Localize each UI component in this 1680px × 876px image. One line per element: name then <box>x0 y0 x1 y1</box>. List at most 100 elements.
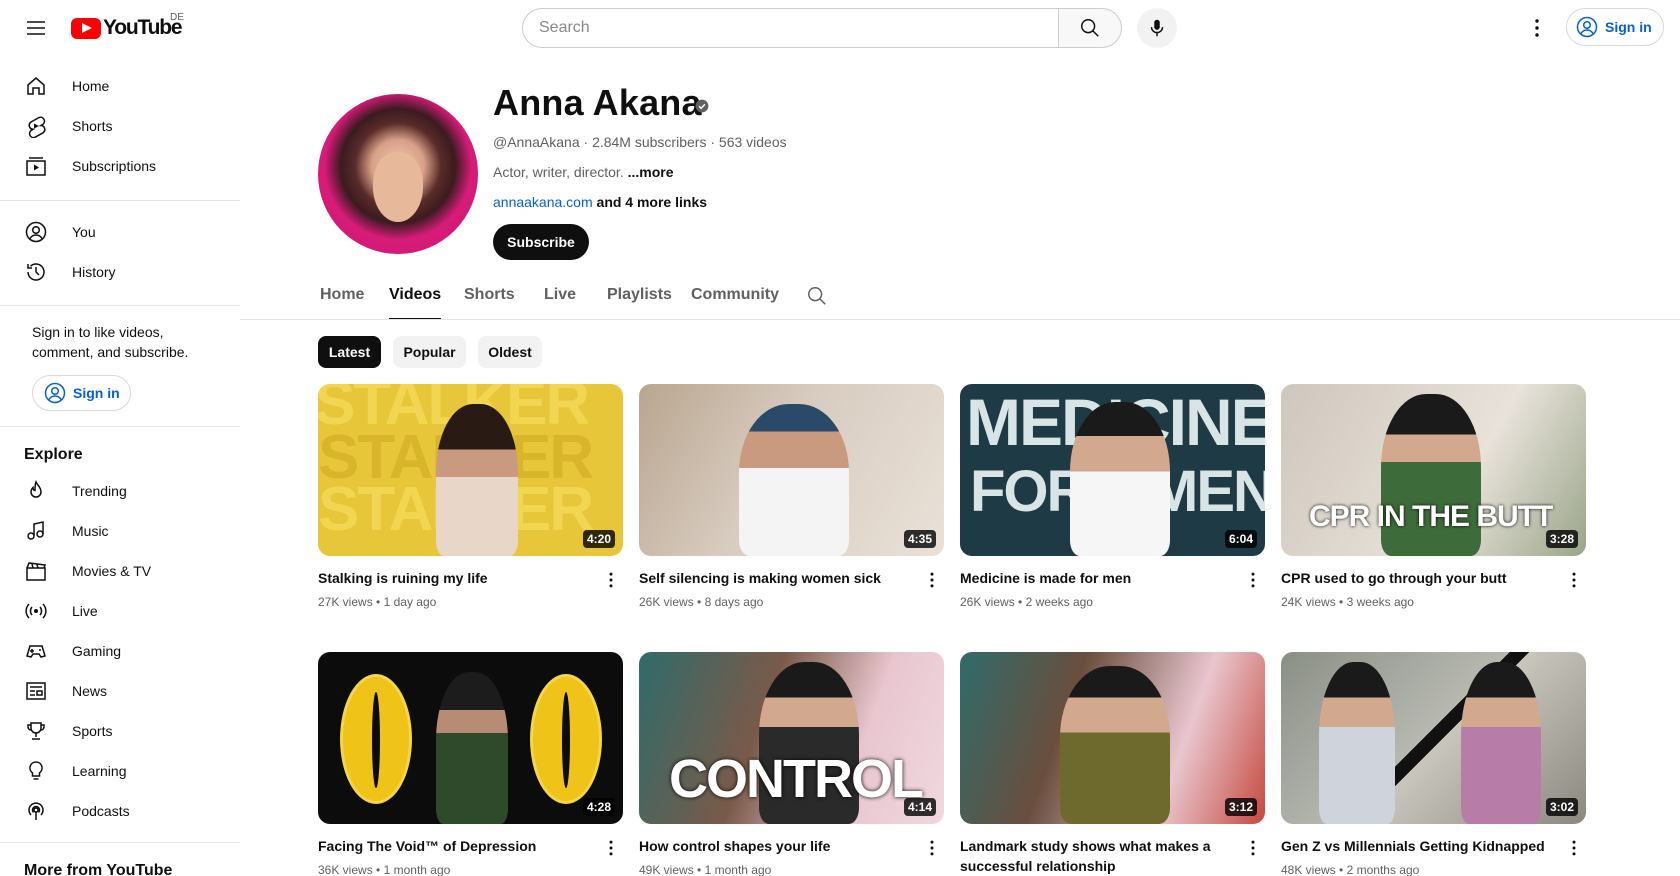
video-menu-button[interactable] <box>1241 836 1265 860</box>
video-title[interactable]: How control shapes your life <box>639 836 909 856</box>
video-duration: 4:14 <box>903 798 936 816</box>
podcasts-icon <box>24 799 48 823</box>
sidebar-item-live[interactable]: Live <box>12 591 228 631</box>
more-vertical-icon <box>1251 840 1255 856</box>
video-title[interactable]: CPR used to go through your butt <box>1281 568 1551 588</box>
sidebar-item-learning[interactable]: Learning <box>12 751 228 791</box>
sidebar: Home Shorts Subscriptions You History Si… <box>0 56 240 876</box>
tab-community[interactable]: Community <box>691 276 779 320</box>
sidebar-item-label: History <box>72 264 116 280</box>
tab-home[interactable]: Home <box>320 276 364 320</box>
chip-latest[interactable]: Latest <box>318 336 381 368</box>
video-thumbnail[interactable]: MEDICINE FOR MEN 6:04 <box>960 384 1265 556</box>
video-title[interactable]: Stalking is ruining my life <box>318 568 588 588</box>
search-box[interactable] <box>522 8 1059 48</box>
chip-oldest[interactable]: Oldest <box>478 336 542 368</box>
sidebar-item-label: Live <box>72 603 98 619</box>
view-count: 36K views <box>318 863 373 876</box>
video-thumbnail[interactable]: 4:35 <box>639 384 944 556</box>
video-title[interactable]: Landmark study shows what makes a succes… <box>960 836 1230 876</box>
video-duration: 4:35 <box>903 530 936 548</box>
more-vertical-icon <box>1251 572 1255 588</box>
video-menu-button[interactable] <box>599 568 623 592</box>
sidebar-divider <box>0 305 240 306</box>
more-link[interactable]: ...more <box>628 164 674 180</box>
meta-separator: • <box>1018 595 1023 609</box>
you-icon <box>24 220 48 244</box>
sidebar-item-sports[interactable]: Sports <box>12 711 228 751</box>
sign-in-label: Sign in <box>1605 19 1652 35</box>
search-button[interactable] <box>1058 8 1122 48</box>
trophy-icon <box>24 719 48 743</box>
channel-description[interactable]: Actor, writer, director. ...more <box>493 164 674 180</box>
chip-popular[interactable]: Popular <box>393 336 466 368</box>
video-thumbnail[interactable]: 4:28 <box>318 652 623 824</box>
channel-avatar[interactable] <box>318 94 478 254</box>
sidebar-sign-in-button[interactable]: Sign in <box>32 375 131 411</box>
sidebar-item-history[interactable]: History <box>12 252 228 292</box>
video-menu-button[interactable] <box>599 836 623 860</box>
sidebar-item-gaming[interactable]: Gaming <box>12 631 228 671</box>
tab-videos[interactable]: Videos <box>389 276 442 320</box>
video-thumbnail[interactable]: CPR IN THE BUTT 3:28 <box>1281 384 1586 556</box>
video-thumbnail[interactable]: 3:12 <box>960 652 1265 824</box>
tab-shorts[interactable]: Shorts <box>464 276 515 320</box>
video-thumbnail[interactable]: 3:02 <box>1281 652 1586 824</box>
trending-icon <box>24 479 48 503</box>
channel-search-icon[interactable] <box>806 285 828 307</box>
video-thumbnail[interactable]: STALKER STALKER STALKER 4:20 <box>318 384 623 556</box>
hamburger-icon <box>27 21 45 35</box>
video-meta: 36K views • 1 month ago <box>318 863 450 876</box>
sidebar-item-podcasts[interactable]: Podcasts <box>12 791 228 831</box>
video-menu-button[interactable] <box>1241 568 1265 592</box>
sidebar-item-label: Music <box>72 523 109 539</box>
youtube-logo[interactable]: YouTube <box>71 16 183 40</box>
video-thumbnail[interactable]: CONTROL 4:14 <box>639 652 944 824</box>
region-code: DE <box>170 12 184 23</box>
sidebar-item-movies-tv[interactable]: Movies & TV <box>12 551 228 591</box>
sidebar-divider <box>0 842 240 843</box>
sidebar-item-news[interactable]: News <box>12 671 228 711</box>
gaming-icon <box>24 639 48 663</box>
video-menu-button[interactable] <box>1562 568 1586 592</box>
tab-playlists[interactable]: Playlists <box>607 276 672 320</box>
tab-live[interactable]: Live <box>544 276 576 320</box>
channel-meta: @AnnaAkana · 2.84M subscribers · 563 vid… <box>493 134 787 150</box>
video-meta: 26K views • 8 days ago <box>639 595 763 609</box>
description-text: Actor, writer, director. <box>493 164 624 180</box>
menu-button[interactable] <box>16 8 56 48</box>
more-links[interactable]: and 4 more links <box>597 194 707 210</box>
news-icon <box>24 679 48 703</box>
channel-website-link[interactable]: annaakana.com <box>493 194 593 210</box>
video-title[interactable]: Medicine is made for men <box>960 568 1230 588</box>
sidebar-item-shorts[interactable]: Shorts <box>12 106 228 146</box>
subscribe-button[interactable]: Subscribe <box>493 224 589 260</box>
thumbnail-text: CPR IN THE BUTT <box>1309 500 1553 533</box>
video-title[interactable]: Gen Z vs Millennials Getting Kidnapped <box>1281 836 1551 856</box>
sidebar-item-trending[interactable]: Trending <box>12 471 228 511</box>
video-menu-button[interactable] <box>920 568 944 592</box>
top-bar: YouTube DE Sign in <box>0 0 1680 56</box>
video-menu-button[interactable] <box>1562 836 1586 860</box>
sidebar-item-home[interactable]: Home <box>12 66 228 106</box>
video-menu-button[interactable] <box>920 836 944 860</box>
search-input[interactable] <box>539 19 1058 37</box>
thumbnail-text: CONTROL <box>669 749 924 809</box>
more-vertical-icon <box>1572 840 1576 856</box>
channel-name: Anna Akana <box>493 82 702 123</box>
sidebar-item-you[interactable]: You <box>12 212 228 252</box>
view-count: 26K views <box>639 595 694 609</box>
subscriber-count: 2.84M subscribers <box>592 134 707 150</box>
sidebar-item-music[interactable]: Music <box>12 511 228 551</box>
voice-search-button[interactable] <box>1137 8 1177 48</box>
sidebar-divider <box>0 426 240 427</box>
sidebar-item-subscriptions[interactable]: Subscriptions <box>12 146 228 186</box>
video-title[interactable]: Self silencing is making women sick <box>639 568 909 588</box>
sidebar-divider <box>0 200 240 201</box>
sign-in-button[interactable]: Sign in <box>1566 8 1664 46</box>
video-title[interactable]: Facing The Void™ of Depression <box>318 836 588 856</box>
more-from-youtube-heading: More from YouTube <box>24 862 173 876</box>
view-count: 26K views <box>960 595 1015 609</box>
settings-menu-button[interactable] <box>1517 8 1557 48</box>
shorts-icon <box>24 114 48 138</box>
